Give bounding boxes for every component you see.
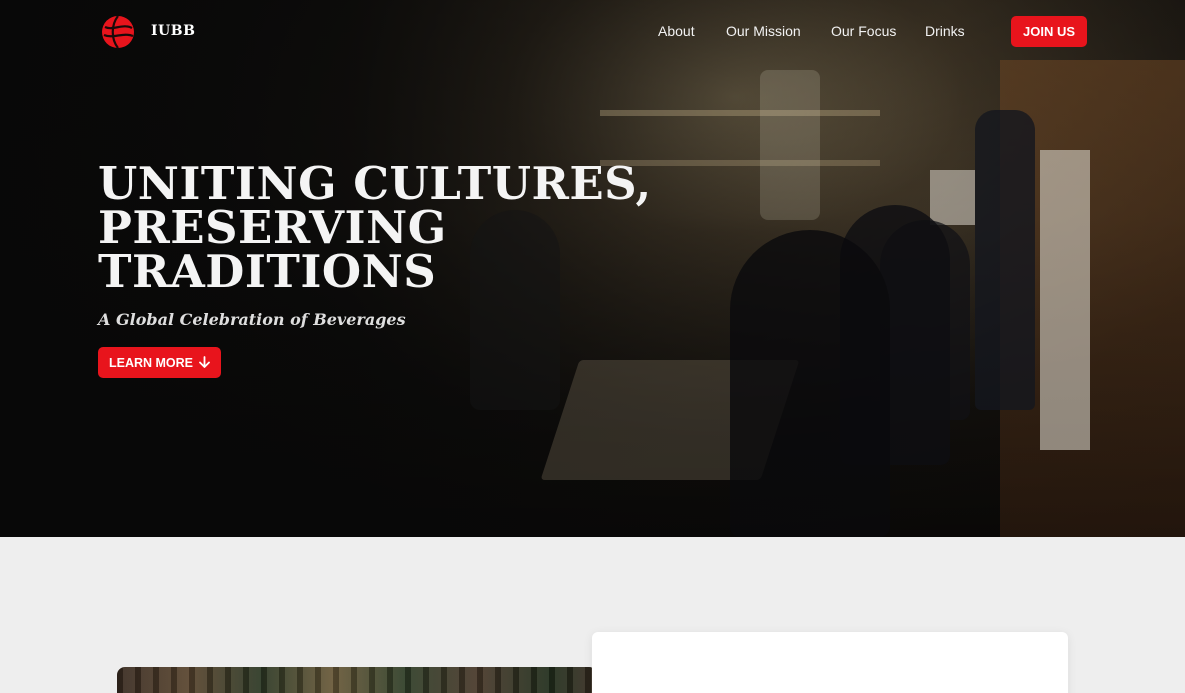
hero-bg-jacket — [975, 110, 1035, 410]
nav-link-our-focus[interactable]: Our Focus — [831, 23, 896, 39]
hero-headline: UNITING CULTURES, PRESERVING TRADITIONS — [98, 157, 698, 298]
hero-bg-patron — [730, 230, 890, 537]
hero-headline-line: UNITING CULTURES, — [98, 157, 652, 210]
info-card — [592, 632, 1068, 693]
about-section — [0, 537, 1185, 693]
top-nav: IUBB About Our Mission Our Focus Drinks … — [0, 0, 1185, 64]
hero-bg-poster — [930, 170, 975, 225]
arrow-down-icon — [199, 355, 210, 370]
hero-bg-poster — [1040, 150, 1090, 450]
hero-tagline: A Global Celebration of Beverages — [98, 310, 406, 329]
nav-link-our-mission[interactable]: Our Mission — [726, 23, 801, 39]
learn-more-button[interactable]: LEARN MORE — [98, 347, 221, 378]
hero-bg-shelf — [600, 110, 880, 116]
hero-headline-line: TRADITIONS — [98, 245, 437, 298]
nav-link-about[interactable]: About — [658, 23, 695, 39]
learn-more-label: LEARN MORE — [108, 355, 194, 370]
hero-headline-line: PRESERVING — [98, 201, 447, 254]
join-us-button[interactable]: JOIN US — [1011, 16, 1087, 47]
nav-links: About Our Mission Our Focus Drinks — [0, 23, 1185, 43]
nav-link-drinks[interactable]: Drinks — [925, 23, 965, 39]
bottles-photo — [117, 667, 597, 693]
hero-bg-lamp — [760, 70, 820, 220]
hero-section: IUBB About Our Mission Our Focus Drinks … — [0, 0, 1185, 537]
